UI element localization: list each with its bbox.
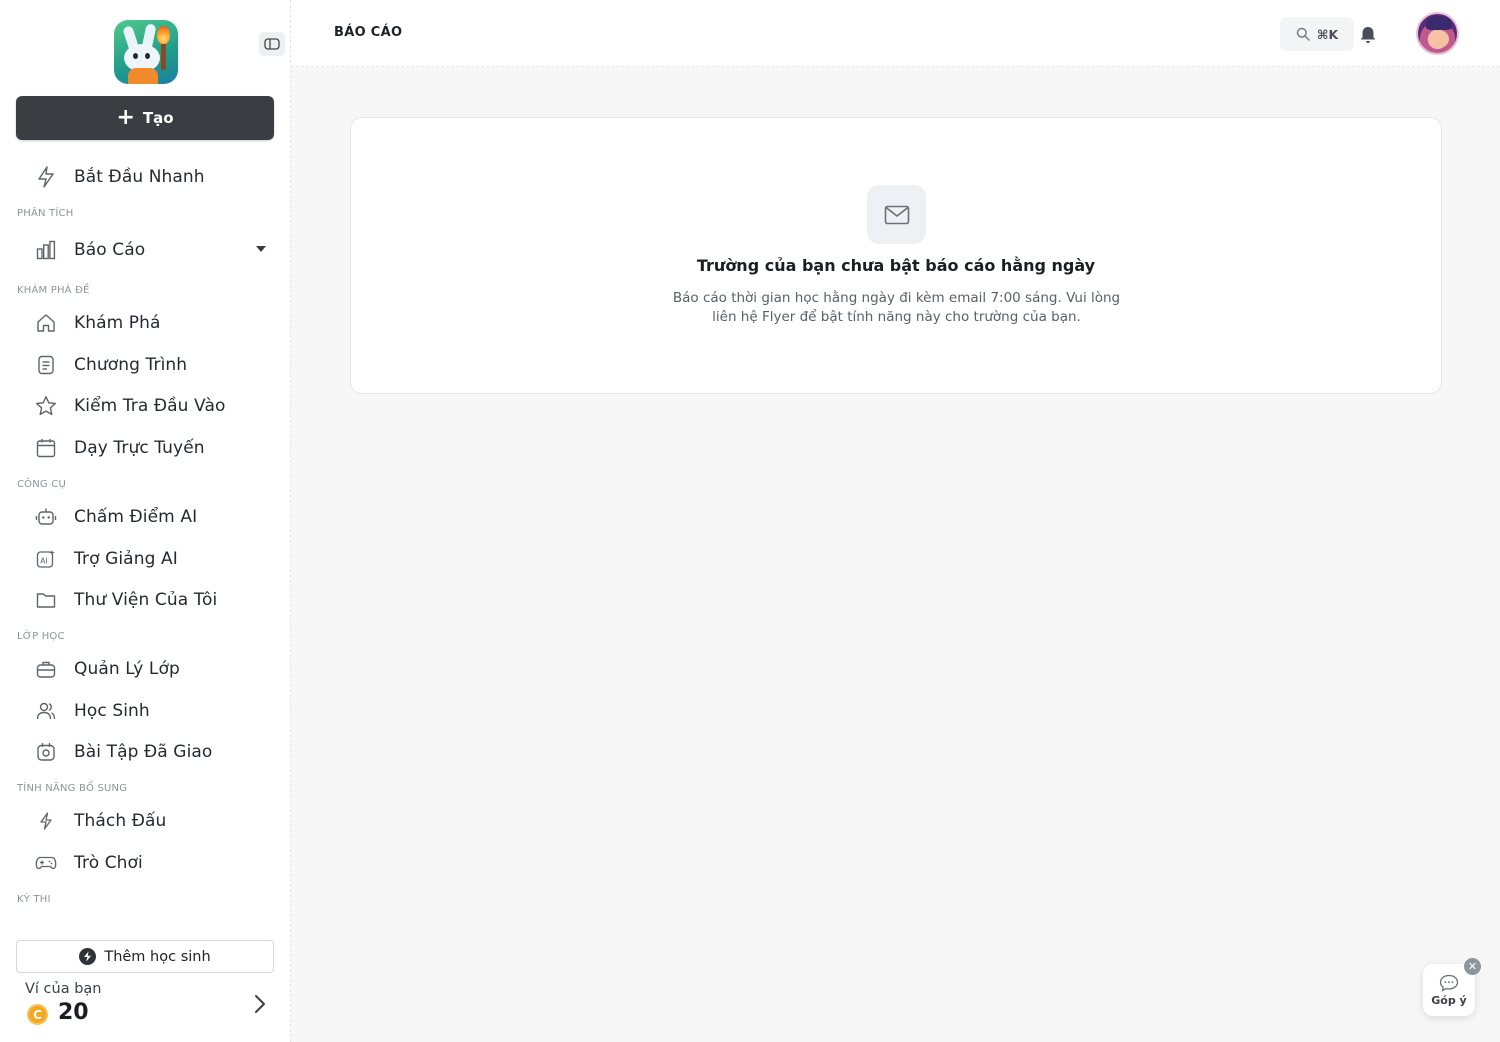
sidebar-item-label: Thách Đấu — [74, 811, 167, 831]
calendar-icon — [16, 438, 74, 458]
robot-icon — [16, 507, 74, 527]
add-student-label: Thêm học sinh — [104, 948, 211, 965]
ai-icon: AI — [16, 549, 74, 569]
wallet-balance: 20 — [58, 1000, 89, 1025]
sidebar-item-label: Khám Phá — [74, 313, 161, 333]
section-label-analytics: PHÂN TÍCH — [17, 208, 74, 219]
section-label-explore: KHÁM PHÁ ĐỀ — [17, 285, 90, 296]
sidebar-item-label: Chấm Điểm AI — [74, 507, 198, 527]
lightning-icon — [79, 948, 97, 965]
svg-text:AI: AI — [40, 557, 47, 566]
sidebar-item-class-management[interactable]: Quản Lý Lớp — [16, 649, 274, 689]
search-shortcut: ⌘K — [1316, 26, 1339, 42]
sidebar-item-label: Thư Viện Của Tôi — [74, 590, 218, 610]
sidebar-item-label: Báo Cáo — [74, 240, 146, 260]
top-bar: BÁO CÁO ⌘K — [291, 0, 1500, 67]
page-title: BÁO CÁO — [334, 25, 403, 40]
empty-state-description: Báo cáo thời gian học hằng ngày đi kèm e… — [672, 290, 1121, 325]
mail-icon — [867, 185, 926, 244]
sidebar-item-program[interactable]: Chương Trình — [16, 345, 274, 385]
sidebar-item-online-teaching[interactable]: Dạy Trực Tuyến — [16, 428, 274, 468]
sidebar-item-ai-assistant[interactable]: AI Trợ Giảng AI — [16, 539, 274, 579]
close-icon[interactable]: ✕ — [1464, 958, 1481, 975]
sidebar: + Tạo Bắt Đầu Nhanh PHÂN TÍCH Báo Cáo KH… — [0, 0, 291, 1042]
plus-icon: + — [116, 105, 135, 130]
sidebar-item-games[interactable]: Trò Chơi — [16, 843, 274, 883]
badge-icon — [16, 742, 74, 762]
app-logo[interactable] — [114, 20, 178, 84]
sidebar-item-students[interactable]: Học Sinh — [16, 691, 274, 731]
search-button[interactable]: ⌘K — [1280, 17, 1354, 51]
create-button-label: Tạo — [142, 109, 174, 127]
gamepad-icon — [16, 854, 74, 872]
users-icon — [16, 701, 74, 721]
folder-icon — [16, 591, 74, 609]
sidebar-item-label: Học Sinh — [74, 701, 150, 721]
sidebar-item-label: Quản Lý Lớp — [74, 659, 180, 679]
sidebar-item-reports[interactable]: Báo Cáo — [16, 230, 274, 270]
sidebar-toggle-icon — [264, 38, 280, 50]
sidebar-item-challenge[interactable]: Thách Đấu — [16, 801, 274, 841]
sidebar-collapse-button[interactable] — [259, 32, 285, 56]
section-label-tools: CÔNG CỤ — [17, 479, 66, 490]
caret-down-icon[interactable] — [256, 246, 266, 252]
sidebar-item-label: Kiểm Tra Đầu Vào — [74, 396, 226, 416]
sidebar-item-explore[interactable]: Khám Phá — [16, 303, 274, 343]
bell-icon[interactable] — [1359, 25, 1377, 49]
chat-icon — [1439, 974, 1459, 992]
sidebar-item-label: Bắt Đầu Nhanh — [74, 167, 205, 187]
wallet-label: Ví của bạn — [25, 981, 102, 997]
section-label-extras: TÍNH NĂNG BỔ SUNG — [17, 783, 128, 794]
section-label-classes: LỚP HỌC — [17, 631, 65, 642]
feedback-label: Góp ý — [1431, 993, 1467, 1007]
avatar[interactable] — [1416, 12, 1459, 55]
lightning-icon — [16, 812, 74, 830]
lightning-icon — [16, 166, 74, 188]
sidebar-item-label: Bài Tập Đã Giao — [74, 742, 213, 762]
search-icon — [1296, 27, 1310, 41]
sidebar-item-assigned-homework[interactable]: Bài Tập Đã Giao — [16, 732, 274, 772]
sidebar-item-ai-grading[interactable]: Chấm Điểm AI — [16, 497, 274, 537]
sidebar-item-my-library[interactable]: Thư Viện Của Tôi — [16, 580, 274, 620]
coin-icon: C — [27, 1004, 48, 1025]
bar-chart-icon — [16, 240, 74, 260]
add-student-button[interactable]: Thêm học sinh — [16, 940, 274, 973]
sidebar-item-placement-test[interactable]: Kiểm Tra Đầu Vào — [16, 386, 274, 426]
document-icon — [16, 355, 74, 375]
empty-state-title: Trường của bạn chưa bật báo cáo hằng ngà… — [696, 256, 1096, 275]
section-label-exams: KỲ THI — [17, 894, 51, 905]
create-button[interactable]: + Tạo — [16, 96, 274, 140]
briefcase-icon — [16, 659, 74, 679]
sidebar-item-label: Chương Trình — [74, 355, 188, 375]
sidebar-item-label: Trợ Giảng AI — [74, 549, 178, 569]
empty-state-card: Trường của bạn chưa bật báo cáo hằng ngà… — [350, 117, 1442, 394]
sidebar-item-quick-start[interactable]: Bắt Đầu Nhanh — [16, 157, 274, 197]
sidebar-item-label: Dạy Trực Tuyến — [74, 438, 205, 458]
home-icon — [16, 313, 74, 333]
star-icon — [16, 395, 74, 417]
chevron-right-icon[interactable] — [253, 993, 267, 1019]
sidebar-item-label: Trò Chơi — [74, 853, 143, 873]
